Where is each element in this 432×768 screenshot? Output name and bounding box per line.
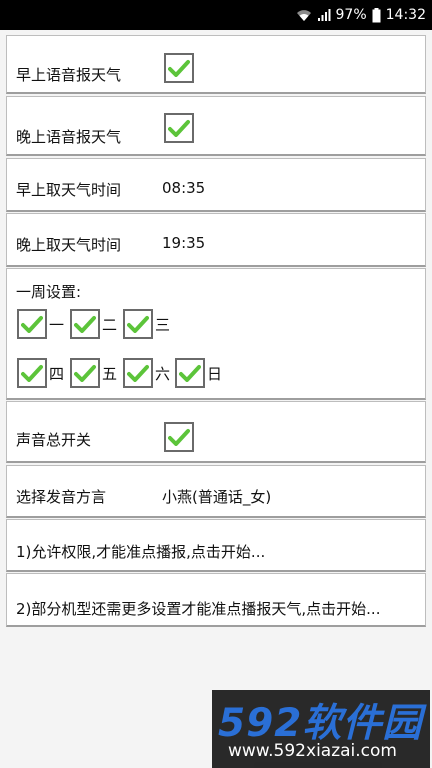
day-friday-checkbox[interactable] (70, 358, 100, 388)
day-thursday-checkbox[interactable] (17, 358, 47, 388)
checkmark-icon (21, 365, 43, 382)
signal-icon (317, 8, 331, 22)
status-bar: 97% 14:32 (0, 0, 432, 30)
day-label: 六 (155, 364, 171, 383)
day-monday[interactable]: 一 (17, 309, 64, 339)
morning-voice-checkbox[interactable] (164, 53, 194, 83)
day-tuesday-checkbox[interactable] (70, 309, 100, 339)
dialect-row[interactable]: 选择发音方言 小燕(普通话_女) (6, 465, 426, 518)
evening-voice-row: 晚上语音报天气 (6, 96, 426, 156)
morning-time-row[interactable]: 早上取天气时间 08:35 (6, 158, 426, 212)
day-sunday-checkbox[interactable] (175, 358, 205, 388)
day-label: 一 (49, 315, 65, 334)
permission-link[interactable]: 1)允许权限,才能准点播报,点击开始... (16, 541, 265, 562)
day-monday-checkbox[interactable] (17, 309, 47, 339)
dialect-label: 选择发音方言 (16, 488, 107, 506)
checkmark-icon (127, 365, 149, 382)
day-saturday-checkbox[interactable] (123, 358, 153, 388)
clock: 14:32 (385, 7, 426, 23)
checkmark-icon (74, 365, 96, 382)
more-settings-row[interactable]: 2)部分机型还需更多设置才能准点播报天气,点击开始... (6, 573, 426, 627)
master-sound-checkbox[interactable] (164, 422, 194, 452)
evening-voice-checkbox[interactable] (164, 113, 194, 143)
morning-voice-label: 早上语音报天气 (16, 66, 122, 84)
evening-time-row[interactable]: 晚上取天气时间 19:35 (6, 213, 426, 267)
dialect-value[interactable]: 小燕(普通话_女) (162, 486, 271, 507)
battery-icon (372, 7, 381, 23)
day-label: 二 (102, 315, 118, 334)
day-wednesday-checkbox[interactable] (123, 309, 153, 339)
wifi-icon (296, 8, 312, 22)
checkmark-icon (74, 316, 96, 333)
checkmark-icon (168, 429, 190, 446)
day-label: 五 (102, 364, 118, 383)
morning-time-value[interactable]: 08:35 (162, 179, 205, 197)
checkmark-icon (168, 60, 190, 77)
master-sound-label: 声音总开关 (16, 431, 92, 449)
watermark-brand: 592软件园 (218, 701, 423, 746)
evening-voice-label: 晚上语音报天气 (16, 128, 122, 146)
checkmark-icon (21, 316, 43, 333)
permission-row[interactable]: 1)允许权限,才能准点播报,点击开始... (6, 519, 426, 572)
day-label: 三 (155, 315, 171, 334)
watermark: 592软件园 www.592xiazai.com (212, 690, 430, 768)
day-label: 日 (207, 364, 223, 383)
checkmark-icon (168, 120, 190, 137)
master-sound-row: 声音总开关 (6, 401, 426, 463)
week-settings-row: 一周设置: 一 二 三 四 五 六 日 (6, 268, 426, 400)
morning-voice-row: 早上语音报天气 (6, 35, 426, 94)
evening-time-value[interactable]: 19:35 (162, 234, 205, 252)
day-wednesday[interactable]: 三 (123, 309, 170, 339)
week-settings-label: 一周设置: (16, 283, 82, 301)
more-settings-link[interactable]: 2)部分机型还需更多设置才能准点播报天气,点击开始... (16, 598, 380, 619)
morning-time-label: 早上取天气时间 (16, 181, 122, 199)
checkmark-icon (127, 316, 149, 333)
day-saturday[interactable]: 六 (123, 358, 170, 388)
day-thursday[interactable]: 四 (17, 358, 64, 388)
day-sunday[interactable]: 日 (175, 358, 222, 388)
day-tuesday[interactable]: 二 (70, 309, 117, 339)
battery-percent: 97% (335, 7, 367, 23)
watermark-url: www.592xiazai.com (228, 741, 397, 761)
day-label: 四 (49, 364, 65, 383)
day-friday[interactable]: 五 (70, 358, 117, 388)
checkmark-icon (179, 365, 201, 382)
evening-time-label: 晚上取天气时间 (16, 236, 122, 254)
